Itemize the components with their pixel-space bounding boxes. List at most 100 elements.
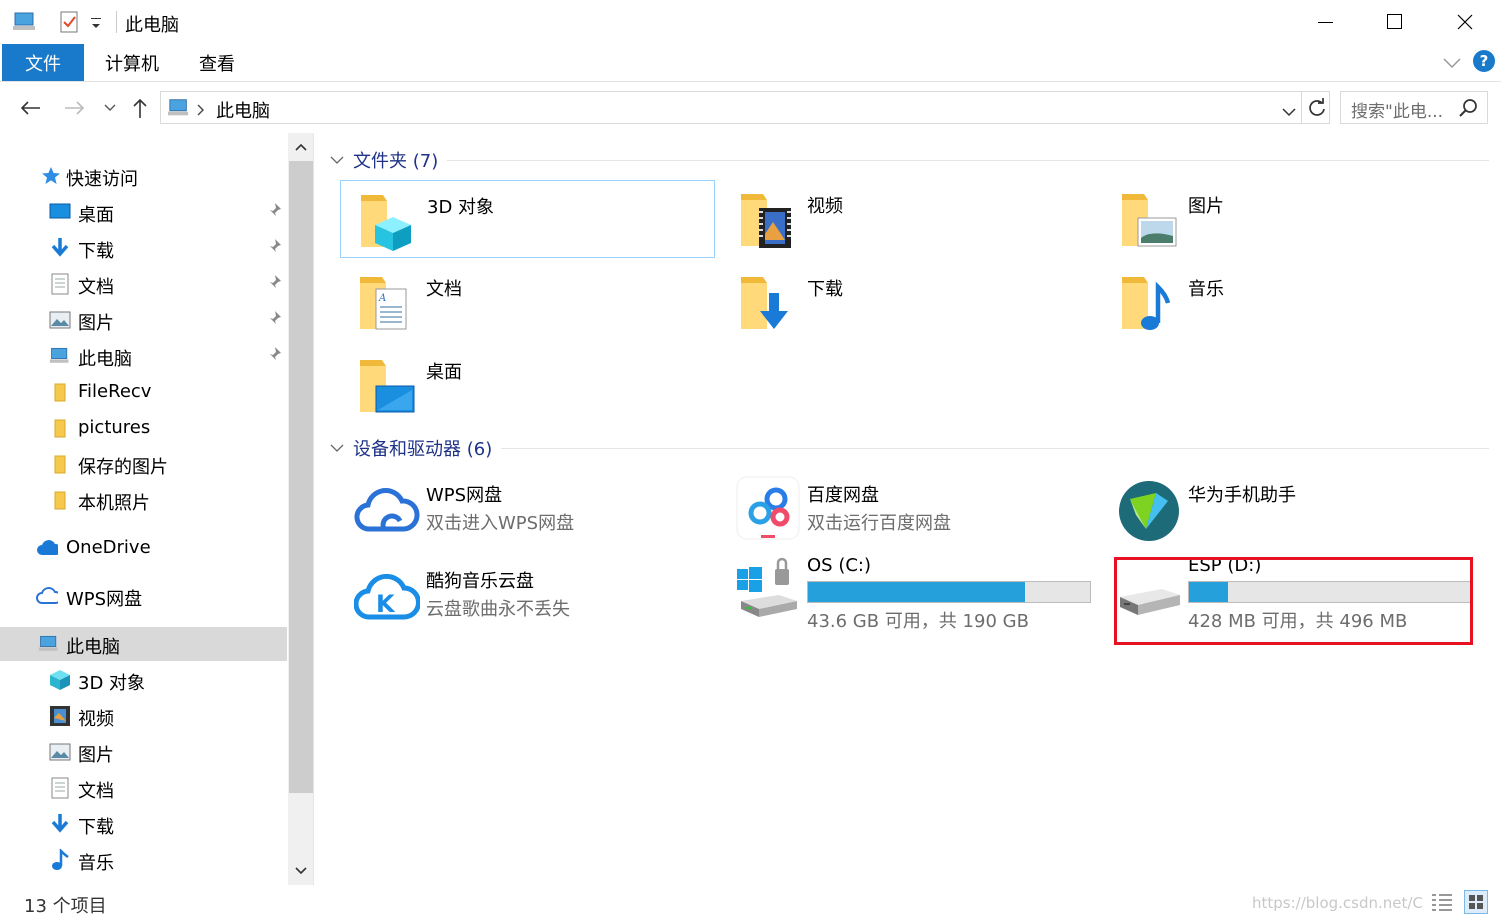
tab-file[interactable]: 文件 bbox=[2, 44, 84, 81]
download-icon bbox=[49, 813, 71, 835]
folder-3d-objects[interactable]: 3D 对象 bbox=[340, 180, 715, 258]
sidebar-item-documents[interactable]: 文档 bbox=[0, 267, 287, 301]
computer-icon[interactable] bbox=[12, 10, 38, 38]
computer-icon bbox=[167, 97, 191, 123]
device-name: 百度网盘 bbox=[807, 485, 879, 506]
up-button[interactable] bbox=[127, 95, 153, 121]
device-name: WPS网盘 bbox=[426, 485, 503, 506]
close-button[interactable] bbox=[1430, 0, 1500, 44]
folder-name: 视频 bbox=[807, 196, 843, 217]
recent-locations-button[interactable] bbox=[97, 95, 123, 121]
forward-button[interactable] bbox=[62, 95, 88, 121]
address-dropdown-icon[interactable] bbox=[1282, 102, 1296, 121]
title-separator bbox=[116, 11, 117, 33]
breadcrumb-location[interactable]: 此电脑 bbox=[216, 97, 270, 123]
folder-3d-objects-icon bbox=[361, 195, 411, 251]
quick-access-dropdown-icon[interactable] bbox=[90, 14, 102, 33]
large-icons-view-icon[interactable] bbox=[1464, 890, 1488, 914]
search-box[interactable]: 搜索"此电... bbox=[1340, 91, 1488, 124]
sidebar-item-onedrive[interactable]: OneDrive bbox=[0, 531, 287, 565]
sidebar-item-camera-roll[interactable]: 本机照片 bbox=[0, 483, 287, 517]
search-icon[interactable] bbox=[1459, 98, 1479, 122]
pin-icon[interactable] bbox=[266, 346, 282, 367]
sidebar-item-label: 3D 对象 bbox=[78, 673, 146, 694]
folder-videos[interactable]: 视频 bbox=[721, 180, 1096, 258]
minimize-button[interactable] bbox=[1291, 0, 1361, 44]
sidebar-item-label: 桌面 bbox=[78, 205, 114, 226]
navigation-bar: 此电脑 搜索"此电... bbox=[0, 83, 1501, 133]
device-huawei-hisuite[interactable]: 华为手机助手 bbox=[1102, 469, 1477, 547]
download-icon bbox=[49, 237, 71, 259]
device-subtitle: 双击进入WPS网盘 bbox=[426, 513, 575, 534]
sidebar-item-saved-pictures[interactable]: 保存的图片 bbox=[0, 447, 287, 481]
maximize-button[interactable] bbox=[1360, 0, 1430, 44]
sidebar-item-music[interactable]: 音乐 bbox=[0, 843, 287, 877]
sidebar-item-label: 保存的图片 bbox=[78, 457, 168, 478]
drive-usage-fill bbox=[808, 582, 1026, 602]
device-baidu-netdisk[interactable]: 百度网盘 双击运行百度网盘 bbox=[721, 469, 1096, 547]
group-header-folders[interactable]: 文件夹 (7) bbox=[329, 147, 1489, 173]
cube-icon bbox=[49, 669, 71, 691]
help-button[interactable]: ? bbox=[1473, 50, 1495, 72]
properties-icon[interactable] bbox=[58, 10, 80, 38]
sidebar-item-pictures[interactable]: 图片 bbox=[0, 303, 287, 337]
sidebar-item-downloads[interactable]: 下载 bbox=[0, 231, 287, 265]
device-name: 酷狗音乐云盘 bbox=[426, 571, 534, 592]
sidebar-item-label: 此电脑 bbox=[66, 637, 120, 658]
folder-icon bbox=[49, 417, 71, 439]
pin-icon[interactable] bbox=[266, 238, 282, 259]
sidebar-item-label: WPS网盘 bbox=[66, 589, 143, 610]
sidebar-item-pictures-2[interactable]: 图片 bbox=[0, 735, 287, 769]
details-view-icon[interactable] bbox=[1430, 890, 1454, 914]
sidebar-item-label: 音乐 bbox=[78, 853, 114, 874]
sidebar-item-videos[interactable]: 视频 bbox=[0, 699, 287, 733]
drive-os-c[interactable]: OS (C:) 43.6 GB 可用，共 190 GB bbox=[721, 555, 1096, 641]
sidebar-item-filerecv[interactable]: FileRecv bbox=[0, 375, 287, 409]
sidebar-item-this-pc[interactable]: 此电脑 bbox=[0, 627, 287, 661]
folder-name: 下载 bbox=[807, 279, 843, 300]
collapse-chevron-icon[interactable] bbox=[329, 440, 345, 456]
computer-icon bbox=[38, 633, 60, 655]
folder-downloads[interactable]: 下载 bbox=[721, 263, 1096, 341]
group-header-devices[interactable]: 设备和驱动器 (6) bbox=[329, 435, 1489, 461]
breadcrumb-chevron-icon[interactable] bbox=[197, 101, 205, 120]
expand-ribbon-icon[interactable] bbox=[1442, 55, 1462, 74]
folder-music[interactable]: 音乐 bbox=[1102, 263, 1477, 341]
folder-pictures[interactable]: 图片 bbox=[1102, 180, 1477, 258]
sidebar-item-wps-drive[interactable]: WPS网盘 bbox=[0, 579, 287, 613]
device-kugou-cloud[interactable]: K 酷狗音乐云盘 云盘歌曲永不丢失 bbox=[340, 555, 715, 633]
sidebar-item-desktop[interactable]: 桌面 bbox=[0, 195, 287, 229]
folder-documents[interactable]: A 文档 bbox=[340, 263, 715, 341]
document-icon bbox=[49, 273, 71, 295]
folder-pictures-icon bbox=[1122, 194, 1177, 247]
sidebar-item-pictures-folder[interactable]: pictures bbox=[0, 411, 287, 445]
sidebar-item-label: pictures bbox=[78, 417, 151, 438]
sidebar-item-quick-access[interactable]: 快速访问 bbox=[0, 159, 287, 193]
device-wps-drive[interactable]: WPS网盘 双击进入WPS网盘 bbox=[340, 469, 715, 547]
address-bar[interactable]: 此电脑 bbox=[160, 91, 1330, 124]
scroll-down-icon[interactable] bbox=[288, 857, 314, 885]
tab-view[interactable]: 查看 bbox=[182, 44, 252, 81]
back-button[interactable] bbox=[17, 95, 43, 121]
pin-icon[interactable] bbox=[266, 310, 282, 331]
sidebar-item-documents-2[interactable]: 文档 bbox=[0, 771, 287, 805]
pin-icon[interactable] bbox=[266, 274, 282, 295]
folder-desktop[interactable]: 桌面 bbox=[340, 346, 715, 424]
folder-name: 3D 对象 bbox=[427, 197, 495, 218]
folder-icon bbox=[49, 489, 71, 511]
sidebar-item-downloads-2[interactable]: 下载 bbox=[0, 807, 287, 841]
tab-computer[interactable]: 计算机 bbox=[92, 44, 172, 81]
sidebar-item-label: 图片 bbox=[78, 745, 114, 766]
sidebar-scrollbar[interactable] bbox=[288, 133, 314, 885]
folder-videos-icon bbox=[741, 194, 791, 248]
sidebar-item-3d-objects[interactable]: 3D 对象 bbox=[0, 663, 287, 697]
scrollbar-thumb[interactable] bbox=[289, 161, 313, 793]
refresh-icon[interactable] bbox=[1307, 98, 1327, 122]
pin-icon[interactable] bbox=[266, 202, 282, 223]
sidebar-item-this-pc-pinned[interactable]: 此电脑 bbox=[0, 339, 287, 373]
drive-name: OS (C:) bbox=[807, 555, 871, 576]
collapse-chevron-icon[interactable] bbox=[329, 152, 345, 168]
kugou-cloud-icon: K bbox=[354, 573, 420, 620]
search-input[interactable]: 搜索"此电... bbox=[1351, 97, 1451, 122]
scroll-up-icon[interactable] bbox=[288, 133, 314, 161]
